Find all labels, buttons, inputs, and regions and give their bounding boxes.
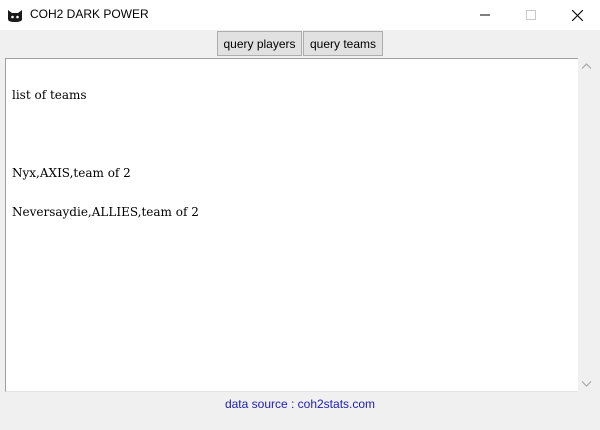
output-line: Nyx,AXIS,team of 2 — [12, 166, 131, 180]
maximize-icon — [526, 10, 536, 20]
title-bar: COH2 DARK POWER — [0, 0, 600, 30]
scroll-up-icon[interactable] — [581, 61, 592, 72]
query-players-button[interactable]: query players — [217, 31, 302, 56]
scroll-down-icon[interactable] — [581, 378, 592, 389]
output-line: list of teams — [12, 88, 87, 102]
output-line: Neversaydie,ALLIES,team of 2 — [12, 205, 199, 219]
vertical-scrollbar[interactable] — [578, 58, 595, 392]
minimize-button[interactable] — [462, 0, 508, 30]
maximize-button[interactable] — [508, 0, 554, 30]
query-teams-button[interactable]: query teams — [303, 31, 383, 56]
minimize-icon — [480, 14, 490, 16]
window-title: COH2 DARK POWER — [30, 7, 149, 21]
output-text: list of teams Nyx,AXIS,team of 2 Neversa… — [12, 63, 199, 245]
close-icon — [571, 9, 583, 21]
close-button[interactable] — [554, 0, 600, 30]
cat-icon — [7, 7, 23, 23]
output-text-area[interactable]: list of teams Nyx,AXIS,team of 2 Neversa… — [5, 58, 578, 392]
data-source-label: data source : coh2stats.com — [224, 397, 376, 411]
